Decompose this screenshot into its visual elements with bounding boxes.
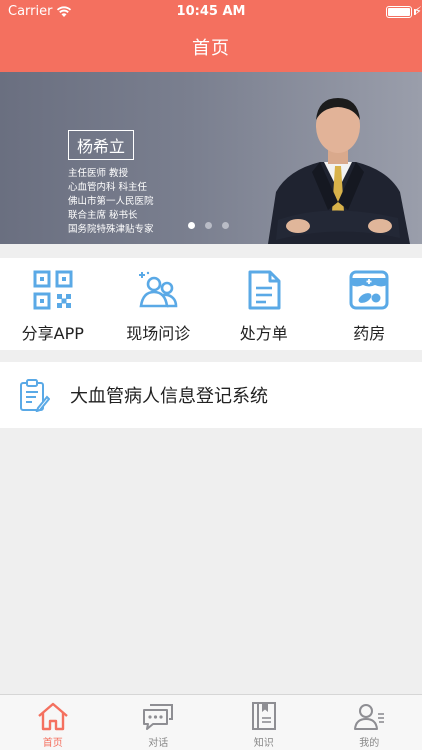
- carousel-dot[interactable]: [222, 222, 229, 229]
- app-header: Carrier 10:45 AM ⚡ 首页: [0, 0, 422, 72]
- doctor-photo: [268, 98, 410, 244]
- book-icon: [251, 702, 276, 730]
- registration-system-entry[interactable]: 大血管病人信息登记系统: [0, 362, 422, 428]
- tab-label: 知识: [253, 738, 274, 749]
- tab-chat[interactable]: 对话: [106, 695, 212, 750]
- carousel-indicator[interactable]: [188, 222, 229, 229]
- doctor-honor-line: 国务院特殊津贴专家: [68, 224, 154, 235]
- status-time: 10:45 AM: [176, 4, 246, 19]
- menu-item-share-app[interactable]: 分享APP: [0, 258, 106, 350]
- doctor-name: 杨希立: [68, 130, 135, 160]
- charging-icon: ⚡: [413, 4, 422, 18]
- pharmacy-icon: [349, 270, 389, 310]
- tab-bar: 首页 对话 知识 我的: [0, 694, 422, 750]
- banner-carousel[interactable]: 杨希立 主任医师 教授 心血管内科 科主任 佛山市第一人民医院 联合主席 秘书长…: [0, 72, 422, 244]
- doctor-role-line: 联合主席 秘书长: [68, 210, 138, 221]
- home-icon: [37, 702, 68, 731]
- page-title: 首页: [192, 38, 230, 59]
- tab-knowledge[interactable]: 知识: [211, 695, 317, 750]
- qr-code-icon: [33, 270, 73, 310]
- menu-item-pharmacy[interactable]: 药房: [317, 258, 422, 350]
- chat-icon: [143, 704, 174, 730]
- menu-label: 药房: [353, 324, 386, 343]
- clipboard-icon: [20, 379, 50, 412]
- carousel-dot[interactable]: [205, 222, 212, 229]
- menu-item-prescription[interactable]: 处方单: [211, 258, 317, 350]
- document-icon: [248, 270, 281, 310]
- user-icon: [354, 704, 385, 730]
- doctor-dept-line: 心血管内科 科主任: [68, 182, 148, 193]
- doctor-hospital-line: 佛山市第一人民医院: [68, 196, 154, 207]
- tab-me[interactable]: 我的: [317, 695, 422, 750]
- battery-icon: [386, 6, 412, 18]
- tab-label: 对话: [148, 738, 169, 749]
- doctor-title-line: 主任医师 教授: [68, 168, 129, 179]
- quick-menu: 分享APP 现场问诊 处方单 药房: [0, 258, 422, 350]
- doctor-description: 主任医师 教授 心血管内科 科主任 佛山市第一人民医院 联合主席 秘书长 国务院…: [68, 167, 154, 237]
- menu-label: 分享APP: [21, 324, 84, 343]
- tab-home[interactable]: 首页: [0, 695, 106, 750]
- carousel-dot[interactable]: [188, 222, 195, 229]
- menu-label: 处方单: [239, 324, 288, 343]
- tab-label: 首页: [42, 738, 63, 749]
- menu-item-onsite-consult[interactable]: 现场问诊: [106, 258, 212, 350]
- menu-label: 现场问诊: [126, 324, 191, 343]
- people-icon: [139, 271, 178, 308]
- tab-label: 我的: [359, 738, 380, 749]
- registration-system-label: 大血管病人信息登记系统: [70, 386, 268, 407]
- status-bar: Carrier 10:45 AM ⚡: [0, 0, 422, 24]
